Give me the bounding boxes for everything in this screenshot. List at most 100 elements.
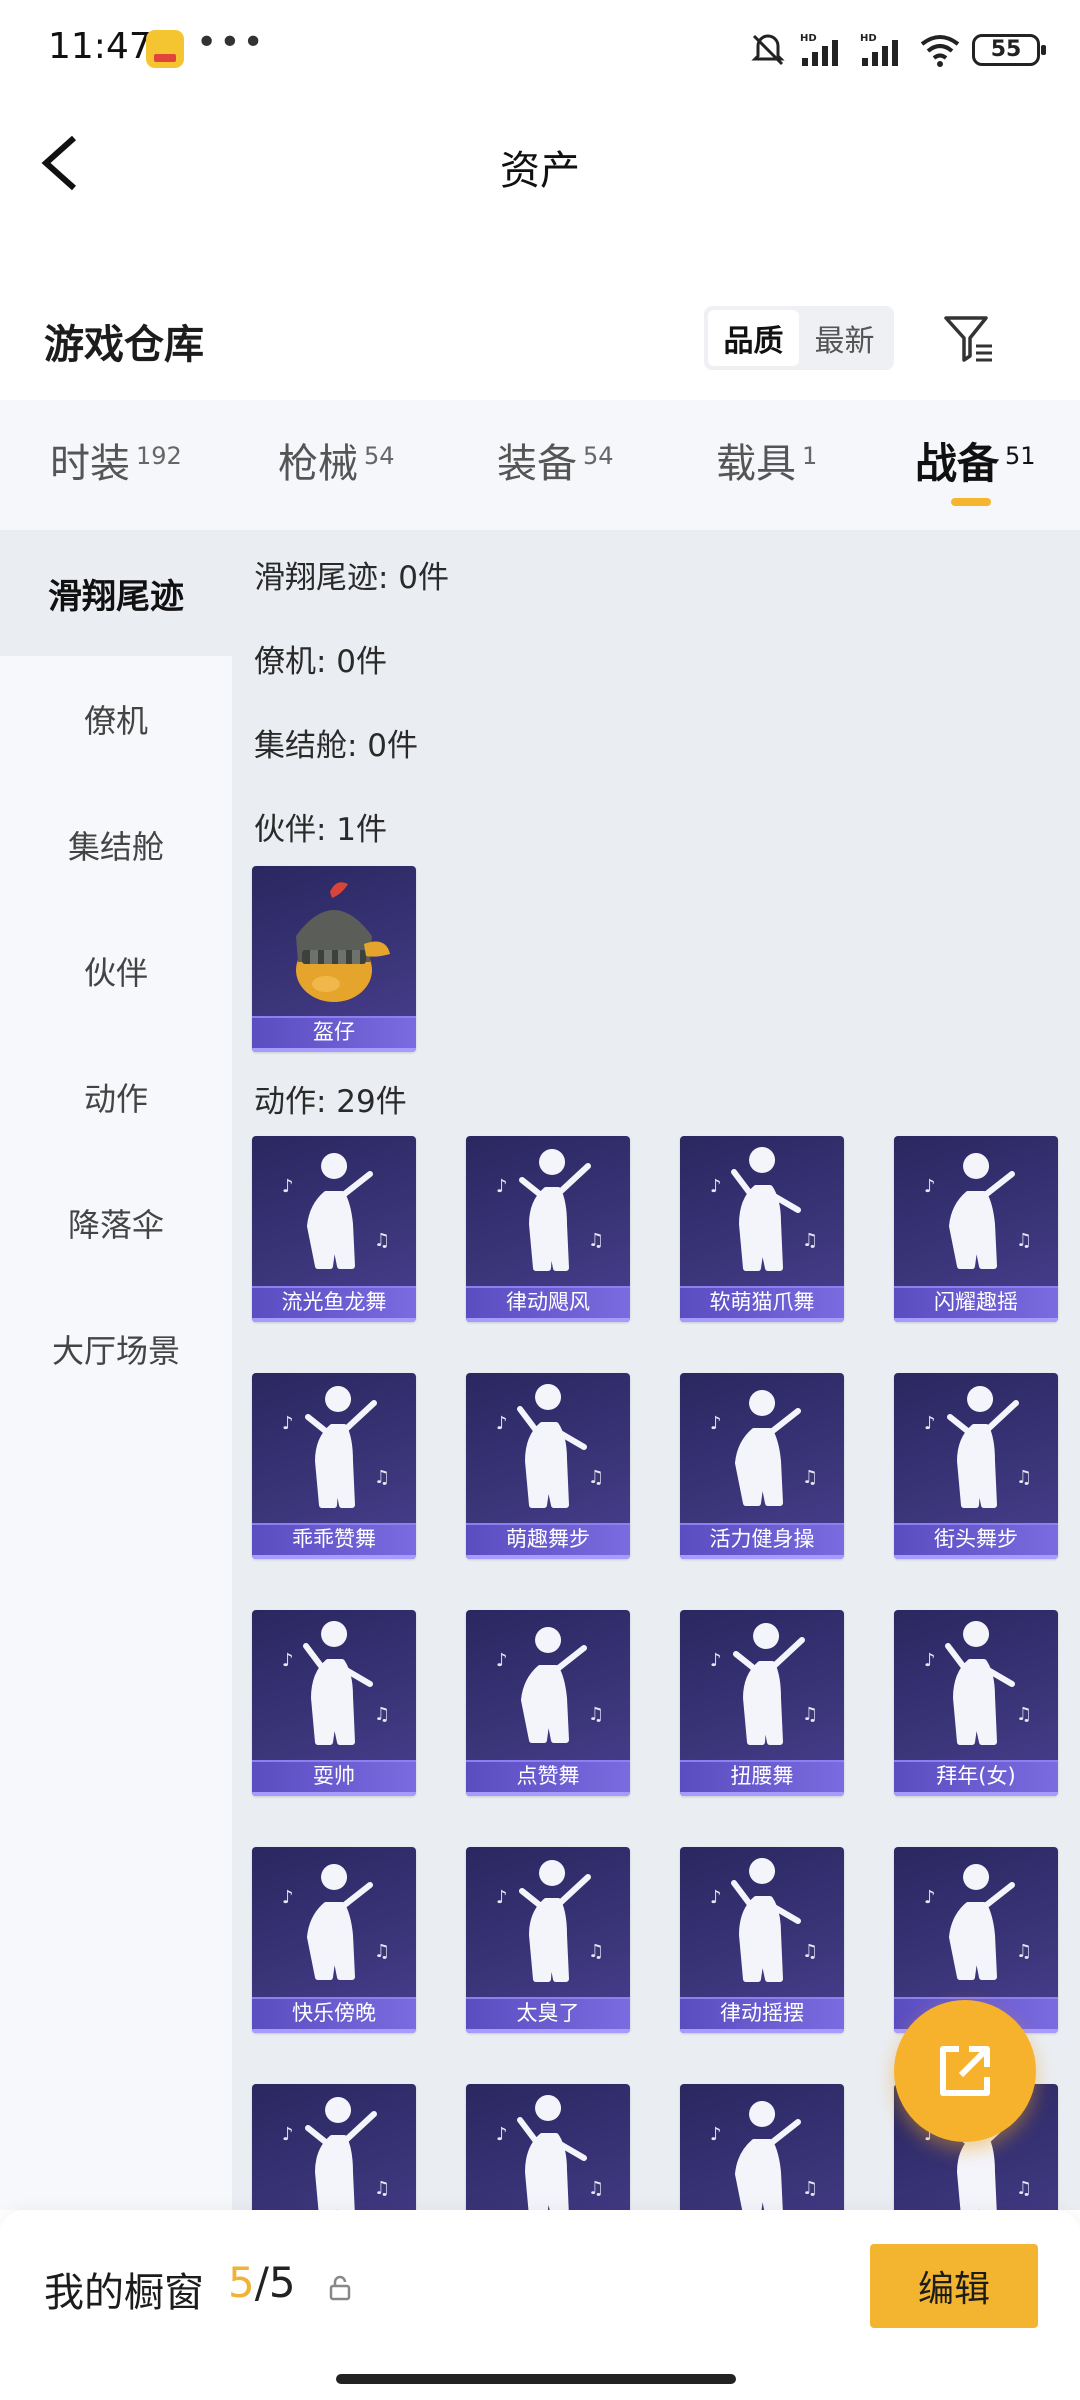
music-note-icon: ♪ — [710, 1413, 722, 1434]
app-notification-icon — [146, 30, 184, 68]
emote-card[interactable]: ♪ ♫ 耍帅 — [252, 1610, 416, 1796]
emote-card[interactable]: ♪ ♫ 快乐傍晚 — [252, 1847, 416, 2033]
side-item-glide-trail[interactable]: 滑翔尾迹 — [0, 530, 232, 656]
item-content: 滑翔尾迹: 0件 僚机: 0件 集结舱: 0件 伙伴: 1件 盔仔 动作: 29… — [232, 530, 1080, 2210]
music-note-icon: ♫ — [1016, 1467, 1032, 1488]
item-name: 太臭了 — [516, 2001, 580, 2025]
emote-card[interactable]: ♪ ♫ 闪耀趣摇 — [894, 1136, 1058, 1322]
external-link-icon — [940, 2046, 990, 2096]
group-label-emotes: 动作: 29件 — [254, 1084, 407, 1120]
item-name: 点赞舞 — [516, 1764, 580, 1788]
more-notifications-icon: ••• — [196, 22, 266, 63]
status-time: 11:47 — [48, 26, 152, 67]
hd-label: HD — [800, 33, 817, 44]
music-note-icon: ♫ — [1016, 1941, 1032, 1962]
item-name: 律动摇摆 — [720, 2001, 804, 2025]
music-note-icon: ♫ — [1016, 1230, 1032, 1251]
tab-combat-prep[interactable]: 战备 51 — [915, 436, 1036, 496]
item-name: 闪耀趣摇 — [934, 1290, 1018, 1314]
active-tab-indicator — [951, 498, 991, 506]
tab-label: 装备 — [497, 441, 577, 487]
music-note-icon: ♫ — [374, 1941, 390, 1962]
emote-card[interactable]: ♪ ♫ 软萌猫爪舞 — [680, 1136, 844, 1322]
item-name: 律动飓风 — [506, 1290, 590, 1314]
item-name: 拜年(女) — [936, 1764, 1016, 1788]
tab-equipment[interactable]: 装备 54 — [497, 436, 614, 496]
side-item-emotes[interactable]: 动作 — [0, 1034, 232, 1160]
tab-label: 枪械 — [278, 441, 358, 487]
emote-card[interactable]: ♪ ♫ 流光鱼龙舞 — [252, 1136, 416, 1322]
filter-button[interactable] — [940, 310, 996, 366]
bottom-bar: 我的橱窗 5/5 编辑 — [0, 2210, 1080, 2400]
emote-card[interactable]: ♪ ♫ — [252, 2084, 416, 2210]
emote-card[interactable]: ♪ ♫ — [680, 2084, 844, 2210]
tab-count: 54 — [364, 442, 395, 470]
emote-card[interactable]: ♪ ♫ 律动摇摆 — [680, 1847, 844, 2033]
music-note-icon: ♪ — [710, 1176, 722, 1197]
music-note-icon: ♪ — [496, 1650, 508, 1671]
music-note-icon: ♪ — [282, 1650, 294, 1671]
side-item-wingman[interactable]: 僚机 — [0, 656, 232, 782]
share-button[interactable] — [894, 2000, 1036, 2142]
filter-icon — [944, 316, 992, 362]
item-name: 街头舞步 — [934, 1527, 1018, 1551]
side-item-partner[interactable]: 伙伴 — [0, 908, 232, 1034]
emote-card[interactable]: ♪ ♫ — [466, 2084, 630, 2210]
emote-card[interactable]: ♪ ♫ 活力健身操 — [680, 1373, 844, 1559]
music-note-icon: ♪ — [496, 1176, 508, 1197]
emote-card[interactable]: ♪ ♫ 扭腰舞 — [680, 1610, 844, 1796]
sort-toggle: 品质 最新 — [704, 306, 894, 370]
side-nav: 滑翔尾迹 僚机 集结舱 伙伴 动作 降落伞 大厅场景 — [0, 530, 232, 2210]
music-note-icon: ♪ — [496, 1887, 508, 1908]
dancer-silhouette-icon: ♪♫ — [282, 1386, 390, 1508]
tab-count: 51 — [1005, 442, 1036, 470]
dancer-silhouette-icon: ♪♫ — [924, 1153, 1032, 1269]
side-item-assembly-pod[interactable]: 集结舱 — [0, 782, 232, 908]
tab-weapons[interactable]: 枪械 54 — [278, 436, 395, 496]
music-note-icon: ♫ — [802, 1467, 818, 1488]
partner-card[interactable]: 盔仔 — [252, 866, 416, 1052]
item-name: 扭腰舞 — [730, 1764, 794, 1788]
side-item-parachute[interactable]: 降落伞 — [0, 1160, 232, 1286]
music-note-icon: ♫ — [374, 1704, 390, 1725]
music-note-icon: ♪ — [282, 1413, 294, 1434]
dancer-silhouette-icon: ♪♫ — [282, 1153, 390, 1269]
music-note-icon: ♪ — [924, 1413, 936, 1434]
tab-vehicles[interactable]: 载具 1 — [716, 436, 817, 496]
lock-icon — [329, 2275, 351, 2301]
music-note-icon: ♪ — [710, 2124, 722, 2145]
emote-card[interactable]: ♪ ♫ 太臭了 — [466, 1847, 630, 2033]
item-name: 快乐傍晚 — [292, 2001, 376, 2025]
dancer-silhouette-icon: ♪♫ — [282, 1864, 390, 1980]
edit-button[interactable]: 编辑 — [870, 2244, 1038, 2328]
helmet-chick-icon — [296, 882, 390, 1002]
emote-card[interactable]: ♪ ♫ 律动飓风 — [466, 1136, 630, 1322]
side-item-lobby-scene[interactable]: 大厅场景 — [0, 1286, 232, 1412]
emote-card[interactable]: ♪ ♫ 乖乖赞舞 — [252, 1373, 416, 1559]
dancer-silhouette-icon: ♪♫ — [710, 1390, 818, 1506]
category-tabs: 时装 192 枪械 54 装备 54 载具 1 战备 51 — [0, 400, 1080, 530]
music-note-icon: ♫ — [588, 1230, 604, 1251]
tab-count: 192 — [136, 442, 182, 470]
showcase-count: 5/5 — [228, 2258, 296, 2307]
group-label-partner: 伙伴: 1件 — [254, 812, 388, 848]
emote-card[interactable]: ♪ ♫ 萌趣舞步 — [466, 1373, 630, 1559]
page-title: 资产 — [500, 148, 580, 194]
item-name: 盔仔 — [313, 1020, 355, 1044]
showcase-label: 我的橱窗 — [44, 2270, 204, 2316]
sort-quality[interactable]: 品质 — [708, 310, 799, 366]
music-note-icon: ♫ — [588, 1467, 604, 1488]
music-note-icon: ♪ — [924, 1650, 936, 1671]
tab-costume[interactable]: 时装 192 — [50, 436, 182, 496]
item-name: 萌趣舞步 — [506, 1527, 590, 1551]
emote-card[interactable]: ♪ ♫ 街头舞步 — [894, 1373, 1058, 1559]
showcase-current: 5 — [228, 2258, 255, 2307]
emote-card[interactable]: ♪ ♫ 点赞舞 — [466, 1610, 630, 1796]
wifi-icon — [920, 35, 960, 67]
dancer-silhouette-icon: ♪♫ — [924, 1864, 1032, 1980]
status-icons: HD HD 55 — [748, 30, 1046, 70]
sort-newest[interactable]: 最新 — [799, 310, 890, 366]
music-note-icon: ♪ — [282, 1887, 294, 1908]
emote-card[interactable]: ♪ ♫ 拜年(女) — [894, 1610, 1058, 1796]
signal-hd-icon-2: HD — [860, 33, 898, 66]
